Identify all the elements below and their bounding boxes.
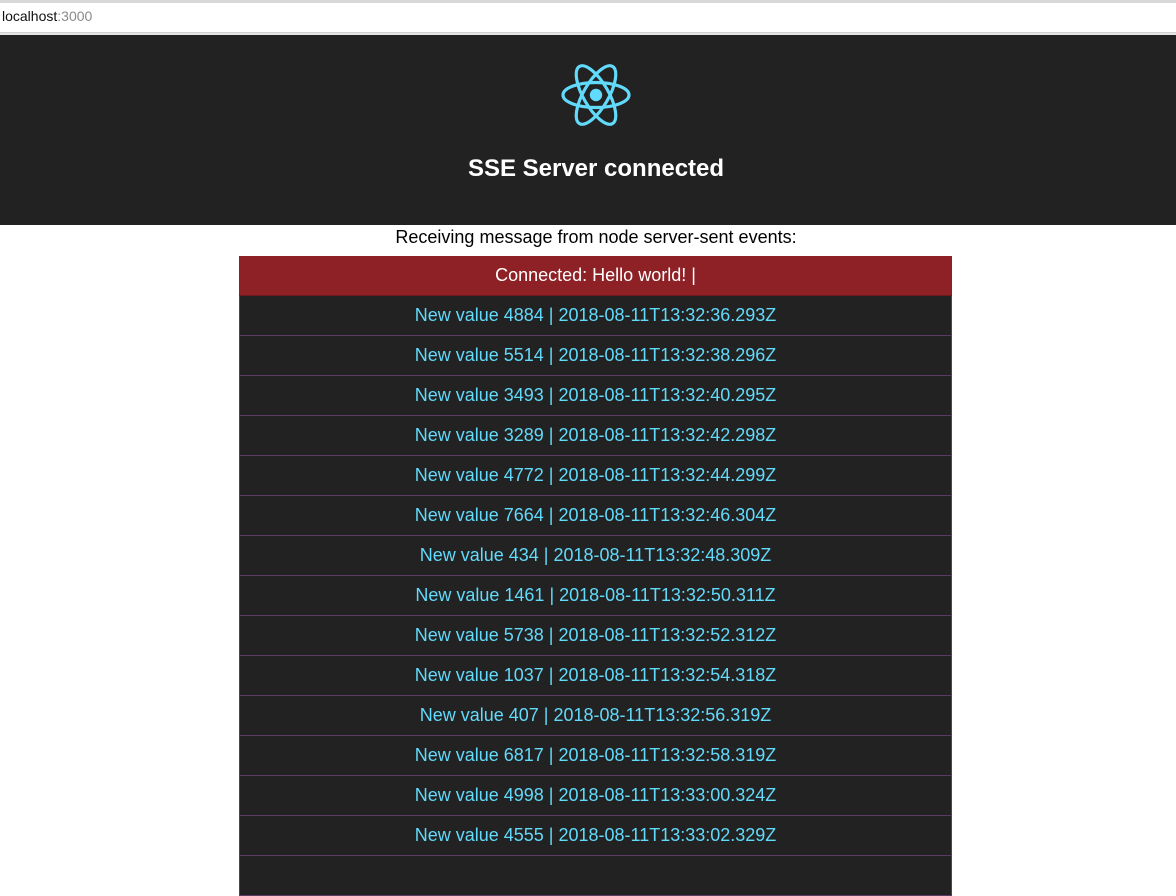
address-bar-url[interactable]: localhost:3000 (2, 7, 92, 25)
list-item: New value 407 | 2018-08-11T13:32:56.319Z (239, 696, 952, 736)
list-item: New value 3289 | 2018-08-11T13:32:42.298… (239, 416, 952, 456)
list-item: New value 5738 | 2018-08-11T13:32:52.312… (239, 616, 952, 656)
list-item: New value 4555 | 2018-08-11T13:33:02.329… (239, 816, 952, 856)
url-port: :3000 (57, 8, 93, 24)
url-host: localhost (2, 8, 58, 24)
list-item: New value 4884 | 2018-08-11T13:32:36.293… (239, 296, 952, 336)
address-bar[interactable]: localhost:3000 (0, 0, 1176, 33)
list-item: New value 434 | 2018-08-11T13:32:48.309Z (239, 536, 952, 576)
list-item: New value 5514 | 2018-08-11T13:32:38.296… (239, 336, 952, 376)
list-item: New value 3493 | 2018-08-11T13:32:40.295… (239, 376, 952, 416)
list-item: New value 6817 | 2018-08-11T13:32:58.319… (239, 736, 952, 776)
list-item: New value 7664 | 2018-08-11T13:32:46.304… (239, 496, 952, 536)
react-logo-icon (561, 64, 631, 126)
message-list: Connected: Hello world! | New value 4884… (239, 256, 952, 896)
intro-text: Receiving message from node server-sent … (395, 227, 797, 247)
list-item (239, 856, 952, 896)
connected-message: Connected: Hello world! | (239, 256, 952, 296)
list-item: New value 1461 | 2018-08-11T13:32:50.311… (239, 576, 952, 616)
list-item: New value 4998 | 2018-08-11T13:33:00.324… (239, 776, 952, 816)
page-title: SSE Server connected (467, 155, 725, 182)
list-item: New value 1037 | 2018-08-11T13:32:54.318… (239, 656, 952, 696)
app-header: SSE Server connected (0, 35, 1176, 225)
list-item: New value 4772 | 2018-08-11T13:32:44.299… (239, 456, 952, 496)
